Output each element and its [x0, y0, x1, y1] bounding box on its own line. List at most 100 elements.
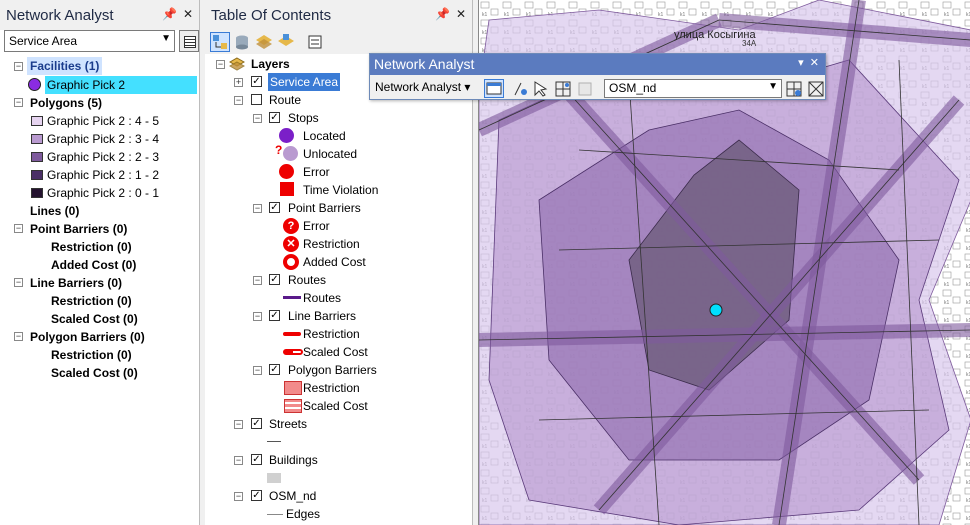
build-network-icon[interactable]	[785, 80, 803, 101]
lb-restriction-icon	[283, 332, 301, 336]
osm-nd-layer[interactable]: OSM_nd	[269, 487, 316, 505]
route-layer[interactable]: Route	[269, 91, 301, 109]
properties-button[interactable]	[179, 30, 199, 52]
close-icon[interactable]: ✕	[183, 7, 193, 21]
na-panel-header: Network Analyst 📌 ✕	[0, 0, 199, 30]
lines-group[interactable]: Lines (0)	[30, 202, 79, 220]
stops-layer[interactable]: Stops	[288, 109, 319, 127]
polygon-item[interactable]: Graphic Pick 2 : 4 - 5	[47, 112, 159, 130]
collapse-buildings[interactable]: −	[234, 456, 243, 465]
list-by-selection-icon[interactable]	[276, 32, 296, 52]
service-area-layer[interactable]: Service Area	[268, 73, 341, 91]
osm-nd-checkbox[interactable]: ✓	[251, 490, 262, 501]
polygon-item[interactable]: Graphic Pick 2 : 3 - 4	[47, 130, 159, 148]
na-toolbar-titlebar[interactable]: Network Analyst ▾ ✕	[370, 54, 825, 75]
collapse-polygons[interactable]: −	[14, 98, 23, 107]
polygon-item[interactable]: Graphic Pick 2 : 1 - 2	[47, 166, 159, 184]
directions-icon[interactable]	[576, 80, 594, 101]
route-checkbox[interactable]	[251, 94, 262, 105]
collapse-point-barriers[interactable]: −	[14, 224, 23, 233]
na-window-toggle-icon[interactable]	[484, 79, 504, 98]
routes-symbol-icon	[283, 296, 301, 299]
pb-added-cost-legend: Added Cost	[303, 255, 366, 269]
toolbar-options-icon[interactable]: ▾	[798, 57, 804, 69]
unlocated-question-icon: ?	[275, 143, 283, 157]
network-dataset-select[interactable]: OSM_nd ▼	[604, 79, 782, 98]
polygons-group[interactable]: Polygons (5)	[30, 94, 102, 112]
expand-service-area[interactable]: +	[234, 78, 243, 87]
pgb-restriction[interactable]: Restriction (0)	[51, 346, 132, 364]
point-barriers-layer[interactable]: Point Barriers	[288, 199, 361, 217]
pin-icon[interactable]: 📌	[435, 7, 450, 21]
toolbar-close-icon[interactable]: ✕	[810, 57, 819, 69]
routes-checkbox[interactable]: ✓	[269, 274, 280, 285]
collapse-polygon-barriers-layer[interactable]: −	[253, 366, 262, 375]
pb-added-cost[interactable]: Added Cost (0)	[51, 256, 136, 274]
layers-icon	[228, 57, 246, 74]
polygon-barriers-group[interactable]: Polygon Barriers (0)	[30, 328, 145, 346]
network-analyst-panel: Network Analyst 📌 ✕ Service Area ▼ − Faci…	[0, 0, 200, 525]
pgb-scaled-cost-icon	[284, 399, 302, 413]
collapse-line-barriers[interactable]: −	[14, 278, 23, 287]
options-icon[interactable]	[305, 32, 325, 52]
routes-layer[interactable]: Routes	[288, 271, 326, 289]
network-identify-icon[interactable]	[807, 80, 825, 101]
stops-checkbox[interactable]: ✓	[269, 112, 280, 123]
buildings-symbol-icon	[267, 473, 281, 483]
lb-scaled-cost[interactable]: Scaled Cost (0)	[51, 310, 138, 328]
na-menu-button[interactable]: Network Analyst ▾	[375, 80, 470, 94]
polygon-item[interactable]: Graphic Pick 2 : 2 - 3	[47, 148, 159, 166]
streets-layer[interactable]: Streets	[269, 415, 307, 433]
na-toolbar-title: Network Analyst	[374, 56, 475, 72]
collapse-stops[interactable]: −	[253, 114, 262, 123]
collapse-facilities[interactable]: −	[14, 62, 23, 71]
facility-point[interactable]	[709, 303, 723, 317]
close-icon[interactable]: ✕	[456, 7, 466, 21]
time-violation-symbol-icon	[280, 182, 294, 196]
streets-checkbox[interactable]: ✓	[251, 418, 262, 429]
unlocated-symbol-icon	[283, 146, 298, 161]
pb-error-icon: ?	[283, 218, 299, 234]
pgb-scaled-cost[interactable]: Scaled Cost (0)	[51, 364, 138, 382]
point-barriers-checkbox[interactable]: ✓	[269, 202, 280, 213]
pb-restriction[interactable]: Restriction (0)	[51, 238, 132, 256]
collapse-streets[interactable]: −	[234, 420, 243, 429]
point-barriers-group[interactable]: Point Barriers (0)	[30, 220, 127, 238]
buildings-layer[interactable]: Buildings	[269, 451, 318, 469]
network-analyst-toolbar: Network Analyst ▾ ✕ Network Analyst ▾ OS…	[369, 53, 826, 100]
buildings-checkbox[interactable]: ✓	[251, 454, 262, 465]
list-by-visibility-icon[interactable]	[254, 32, 274, 52]
select-move-location-icon[interactable]	[532, 80, 550, 101]
collapse-routes[interactable]: −	[253, 276, 262, 285]
polygon-barriers-checkbox[interactable]: ✓	[269, 364, 280, 375]
solve-icon[interactable]	[554, 80, 572, 101]
line-barriers-group[interactable]: Line Barriers (0)	[30, 274, 122, 292]
edges-symbol-icon	[267, 514, 283, 515]
pb-restriction-icon: ✕	[283, 236, 299, 252]
pgb-restriction-legend: Restriction	[303, 381, 360, 395]
facility-item[interactable]: Graphic Pick 2	[45, 76, 197, 94]
pin-icon[interactable]: 📌	[162, 7, 177, 21]
collapse-route[interactable]: −	[234, 96, 243, 105]
polygon-swatch-icon	[31, 134, 43, 144]
collapse-point-barriers-layer[interactable]: −	[253, 204, 262, 213]
lb-restriction[interactable]: Restriction (0)	[51, 292, 132, 310]
facilities-group[interactable]: Facilities (1)	[27, 57, 103, 75]
collapse-polygon-barriers[interactable]: −	[14, 332, 23, 341]
create-network-location-icon[interactable]	[512, 80, 530, 101]
layers-root[interactable]: Layers	[251, 55, 290, 73]
pb-added-cost-icon	[283, 254, 299, 270]
collapse-osm-nd[interactable]: −	[234, 492, 243, 501]
list-by-source-icon[interactable]	[232, 32, 252, 52]
service-area-checkbox[interactable]: ✓	[251, 76, 262, 87]
line-barriers-layer[interactable]: Line Barriers	[288, 307, 356, 325]
na-layer-select[interactable]: Service Area ▼	[4, 30, 175, 52]
collapse-line-barriers-layer[interactable]: −	[253, 312, 262, 321]
collapse-layers[interactable]: −	[216, 60, 225, 69]
polygon-swatch-icon	[31, 116, 43, 126]
polygon-barriers-layer[interactable]: Polygon Barriers	[288, 361, 377, 379]
line-barriers-checkbox[interactable]: ✓	[269, 310, 280, 321]
polygon-swatch-icon	[31, 170, 43, 180]
list-by-drawing-order-icon[interactable]	[210, 32, 230, 52]
polygon-item[interactable]: Graphic Pick 2 : 0 - 1	[47, 184, 159, 202]
